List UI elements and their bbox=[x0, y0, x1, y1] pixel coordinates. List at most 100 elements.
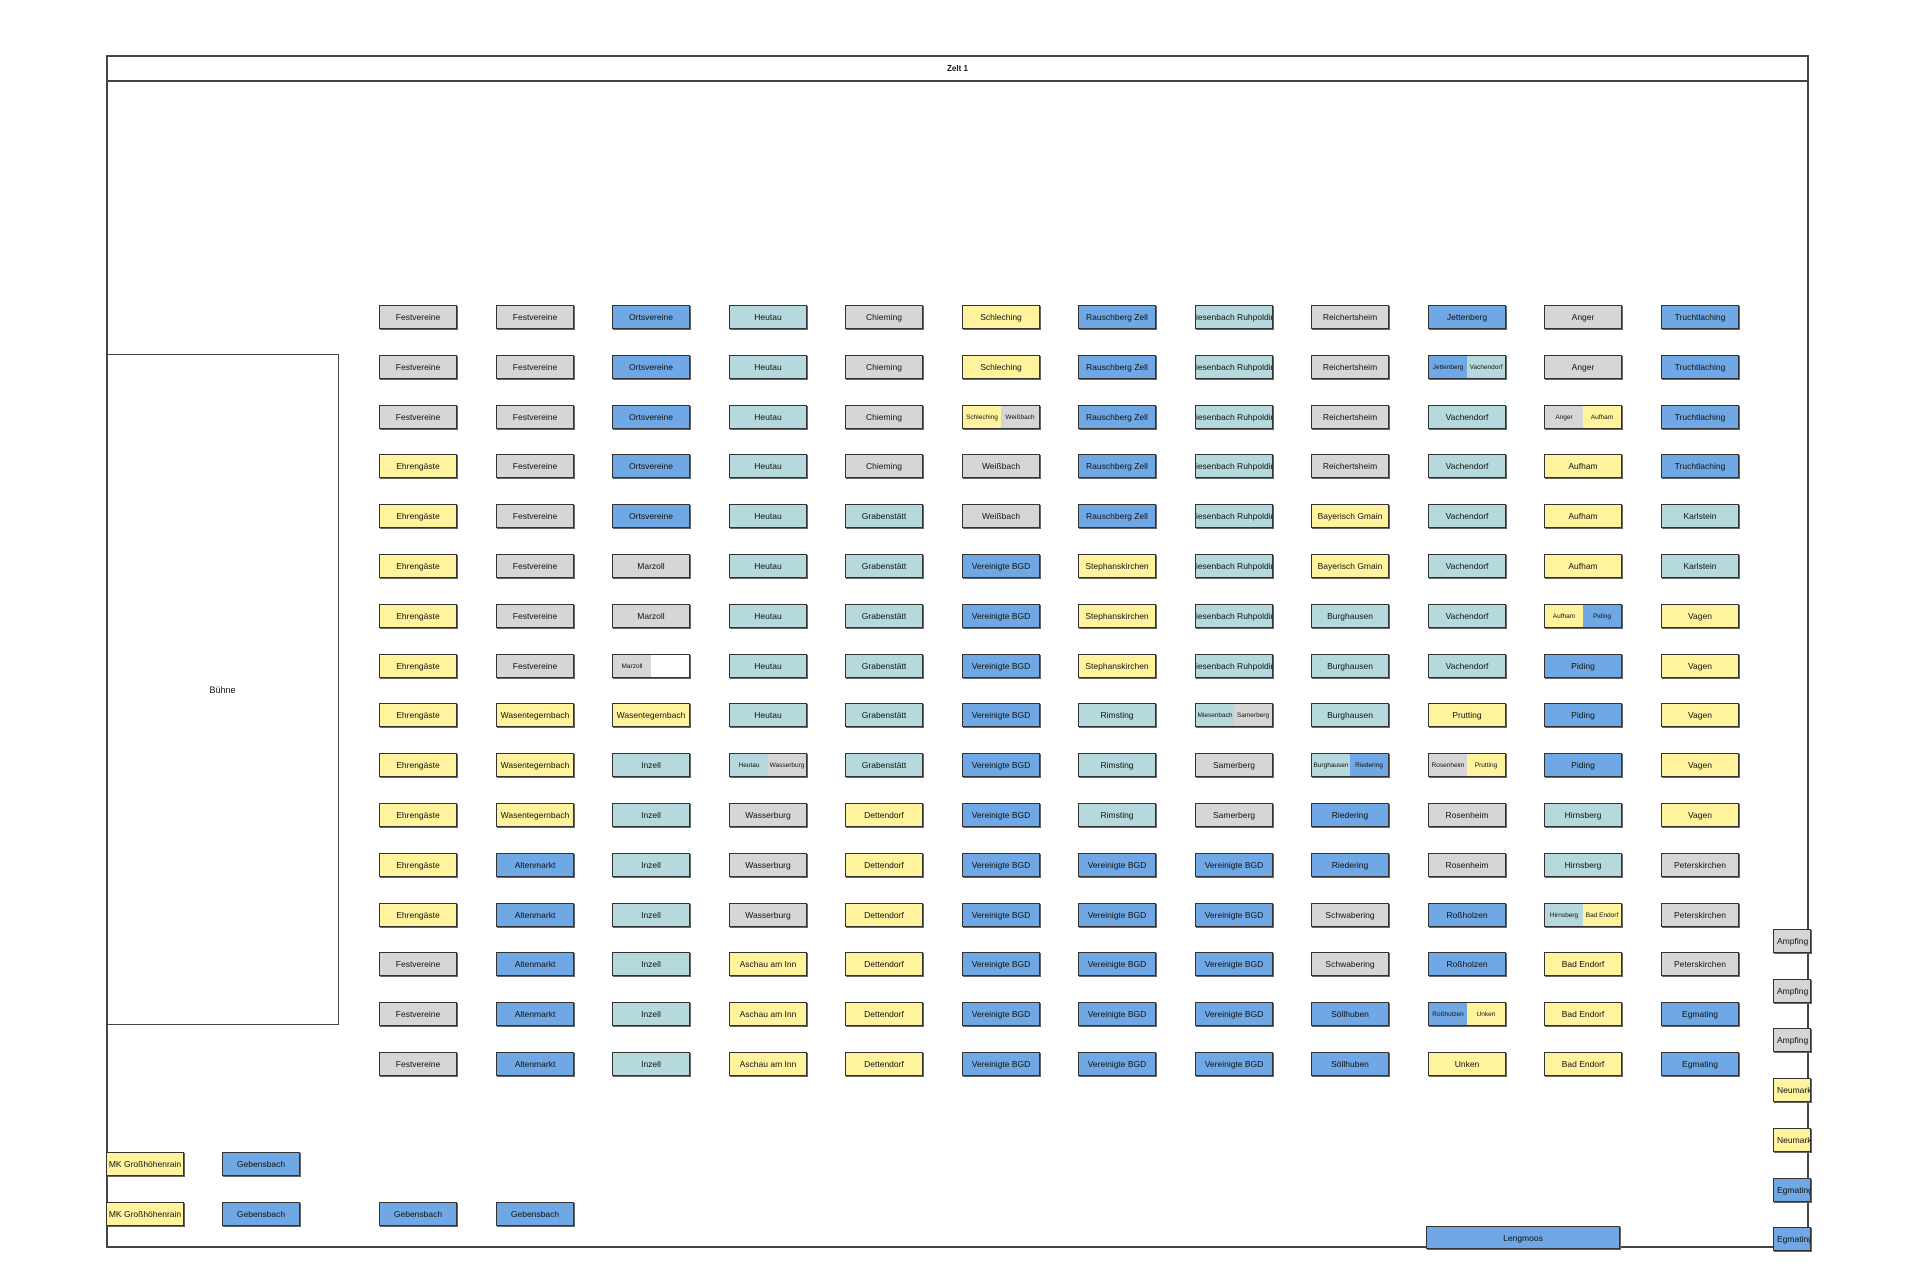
table-label-dettendorf: Dettendorf bbox=[846, 1053, 922, 1075]
table-label-wiesenbach-ruhpolding: Wiesenbach Ruhpolding bbox=[1196, 655, 1272, 677]
table: Vagen bbox=[1661, 803, 1739, 827]
table-label-bayerisch-gmain: Bayerisch Gmain bbox=[1312, 555, 1388, 577]
table: Peterskirchen bbox=[1661, 853, 1739, 877]
table-label-unken: Unken bbox=[1429, 1053, 1505, 1075]
table: Weißbach bbox=[962, 504, 1040, 528]
table: Neumarkt bbox=[1773, 1127, 1811, 1152]
table: Burghausen bbox=[1311, 703, 1389, 727]
table: Heutau bbox=[729, 305, 807, 329]
table: Rauschberg Zell bbox=[1078, 504, 1156, 528]
table: Marzoll bbox=[612, 554, 690, 578]
table: Ortsvereine bbox=[612, 504, 690, 528]
table: Festvereine bbox=[379, 1052, 457, 1076]
table-label-ampfing: Ampfing bbox=[1774, 930, 1810, 952]
table: Heutau bbox=[729, 703, 807, 727]
table: Festvereine bbox=[496, 405, 574, 429]
table-label-wiesenbach-ruhpolding: Wiesenbach Ruhpolding bbox=[1196, 406, 1272, 428]
table: Neumarkt bbox=[1773, 1078, 1811, 1103]
table-label-rosenheim: Rosenheim bbox=[1429, 804, 1505, 826]
table-label-festvereine: Festvereine bbox=[497, 406, 573, 428]
table: Truchtlaching bbox=[1661, 355, 1739, 379]
table-label-burghausen: Burghausen bbox=[1312, 754, 1350, 776]
table: Grabenstätt bbox=[845, 504, 923, 528]
table: Grabenstätt bbox=[845, 654, 923, 678]
table-label-festvereine: Festvereine bbox=[497, 655, 573, 677]
table-label-wiesenbach-ruhpolding: Wiesenbach Ruhpolding bbox=[1196, 605, 1272, 627]
table-label-reichertsheim: Reichertsheim bbox=[1312, 406, 1388, 428]
table-label-bad-endorf: Bad Endorf bbox=[1545, 1003, 1621, 1025]
table: Aufham Piding bbox=[1544, 604, 1622, 628]
table: Festvereine bbox=[379, 952, 457, 976]
table: Piding bbox=[1544, 654, 1622, 678]
table-label-heutau: Heutau bbox=[730, 406, 806, 428]
table-label-inzell: Inzell bbox=[613, 1053, 689, 1075]
table: Burghausen Riedering bbox=[1311, 753, 1389, 777]
table: Aschau am Inn bbox=[729, 952, 807, 976]
table-label-vachendorf: Vachendorf bbox=[1429, 605, 1505, 627]
table-label-rosenheim: Rosenheim bbox=[1429, 754, 1467, 776]
table: Vereinigte BGD bbox=[962, 654, 1040, 678]
table-label-chieming: Chieming bbox=[846, 306, 922, 328]
table-label-heutau: Heutau bbox=[730, 754, 768, 776]
table: Wasentegernbach bbox=[612, 703, 690, 727]
table: Wiesenbach Ruhpolding bbox=[1195, 305, 1273, 329]
table-label-ehrengaeste: Ehrengäste bbox=[380, 804, 456, 826]
table: Reichertsheim bbox=[1311, 355, 1389, 379]
table: Rosenheim Prutting bbox=[1428, 753, 1506, 777]
table-label-heutau: Heutau bbox=[730, 555, 806, 577]
table: Festvereine bbox=[496, 454, 574, 478]
table: Vereinigte BGD bbox=[1195, 903, 1273, 927]
table-label-anger: Anger bbox=[1545, 356, 1621, 378]
table-label-festvereine: Festvereine bbox=[497, 306, 573, 328]
table: Vereinigte BGD bbox=[962, 952, 1040, 976]
table-label-wiesenbach-ruhpolding: Wiesenbach Ruhpolding bbox=[1196, 555, 1272, 577]
table-label-vereinigte-bgd: Vereinigte BGD bbox=[963, 804, 1039, 826]
table: Vachendorf bbox=[1428, 454, 1506, 478]
table: Egmating bbox=[1661, 1052, 1739, 1076]
table: Schleching bbox=[962, 355, 1040, 379]
table-label-vachendorf: Vachendorf bbox=[1429, 455, 1505, 477]
table: Schleching bbox=[962, 305, 1040, 329]
table-label-piding: Piding bbox=[1545, 704, 1621, 726]
table-label-wasentegernbach: Wasentegernbach bbox=[497, 704, 573, 726]
table-label-heutau: Heutau bbox=[730, 455, 806, 477]
table-label-wiesenbach-ruhpolding: Wiesenbach Ruhpolding bbox=[1196, 455, 1272, 477]
table-label-heutau: Heutau bbox=[730, 356, 806, 378]
table-label-truchtlaching: Truchtlaching bbox=[1662, 406, 1738, 428]
table-label-grabenstaett: Grabenstätt bbox=[846, 704, 922, 726]
table-label-mk-grosshoehenrain: MK Großhöhenrain bbox=[107, 1153, 183, 1175]
table-label-altenmarkt: Altenmarkt bbox=[497, 854, 573, 876]
table: Ehrengäste bbox=[379, 753, 457, 777]
table-label-marzoll: Marzoll bbox=[613, 555, 689, 577]
table: Grabenstätt bbox=[845, 753, 923, 777]
table-label-vagen: Vagen bbox=[1662, 655, 1738, 677]
table: Dettendorf bbox=[845, 1002, 923, 1026]
table: Altenmarkt bbox=[496, 1052, 574, 1076]
table: Altenmarkt bbox=[496, 1002, 574, 1026]
table: Vereinigte BGD bbox=[962, 853, 1040, 877]
table-label-heutau: Heutau bbox=[730, 704, 806, 726]
table-label-truchtlaching: Truchtlaching bbox=[1662, 356, 1738, 378]
table-label-stephanskirchen: Stephanskirchen bbox=[1079, 605, 1155, 627]
table: Riedering bbox=[1311, 853, 1389, 877]
table-label-lengmoos: Lengmoos bbox=[1427, 1227, 1619, 1248]
table-label-bayerisch-gmain: Bayerisch Gmain bbox=[1312, 505, 1388, 527]
table-label-dettendorf: Dettendorf bbox=[846, 1003, 922, 1025]
table-label-aufham: Aufham bbox=[1545, 505, 1621, 527]
table-label-karlstein: Karlstein bbox=[1662, 555, 1738, 577]
table-label-ortsvereine: Ortsvereine bbox=[613, 356, 689, 378]
table-label-weissbach: Weißbach bbox=[963, 505, 1039, 527]
table: Festvereine bbox=[496, 604, 574, 628]
table-label-festvereine: Festvereine bbox=[380, 1003, 456, 1025]
table-label-rimsting: Rimsting bbox=[1079, 704, 1155, 726]
table: Rauschberg Zell bbox=[1078, 305, 1156, 329]
table: Gebensbach bbox=[222, 1202, 300, 1226]
table: Vagen bbox=[1661, 604, 1739, 628]
table-label-unken: Unken bbox=[1467, 1003, 1505, 1025]
table: Jettenberg Vachendorf bbox=[1428, 355, 1506, 379]
table: Gebensbach bbox=[379, 1202, 457, 1226]
table-label-stephanskirchen: Stephanskirchen bbox=[1079, 555, 1155, 577]
table-label-ortsvereine: Ortsvereine bbox=[613, 455, 689, 477]
table: Riedering bbox=[1311, 803, 1389, 827]
table: Ehrengäste bbox=[379, 554, 457, 578]
